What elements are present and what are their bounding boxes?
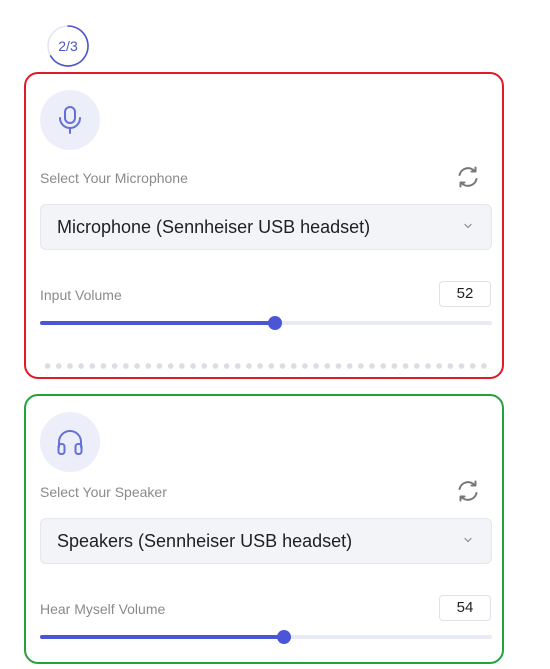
microphone-device-value: Microphone (Sennheiser USB headset) [57,216,371,237]
slider-thumb[interactable] [268,316,283,330]
slider-thumb[interactable] [277,630,292,644]
microphone-select-label: Select Your Microphone [40,170,188,186]
speaker-device-select[interactable]: Speakers (Sennheiser USB headset) [40,518,492,564]
speaker-icon-badge [40,412,100,472]
speaker-refresh-button[interactable] [454,477,482,505]
hear-myself-volume-value[interactable]: 54 [439,595,491,621]
speaker-select-label: Select Your Speaker [40,484,167,500]
chevron-down-icon [464,537,472,543]
chevron-down-icon [464,223,472,229]
microphone-icon [59,106,81,134]
input-volume-value[interactable]: 52 [439,281,491,307]
hear-myself-volume-label: Hear Myself Volume [40,601,166,617]
hear-myself-volume-slider[interactable] [40,630,492,644]
input-volume-label: Input Volume [40,287,122,303]
slider-fill [40,321,276,325]
speaker-device-value: Speakers (Sennheiser USB headset) [57,530,353,551]
speaker-card: Select Your Speaker Speakers (Sennheiser… [24,394,504,664]
microphone-device-select[interactable]: Microphone (Sennheiser USB headset) [40,204,492,250]
input-volume-slider[interactable] [40,316,492,330]
refresh-icon [458,166,478,188]
input-level-meter [42,363,492,369]
step-counter: 2/3 [58,38,78,54]
step-indicator: 2/3 [46,24,90,68]
headphones-icon [57,430,83,455]
refresh-icon [458,480,478,502]
microphone-refresh-button[interactable] [454,163,482,191]
slider-fill [40,635,285,639]
microphone-card: Select Your Microphone Microphone (Sennh… [24,72,504,379]
microphone-icon-badge [40,90,100,150]
